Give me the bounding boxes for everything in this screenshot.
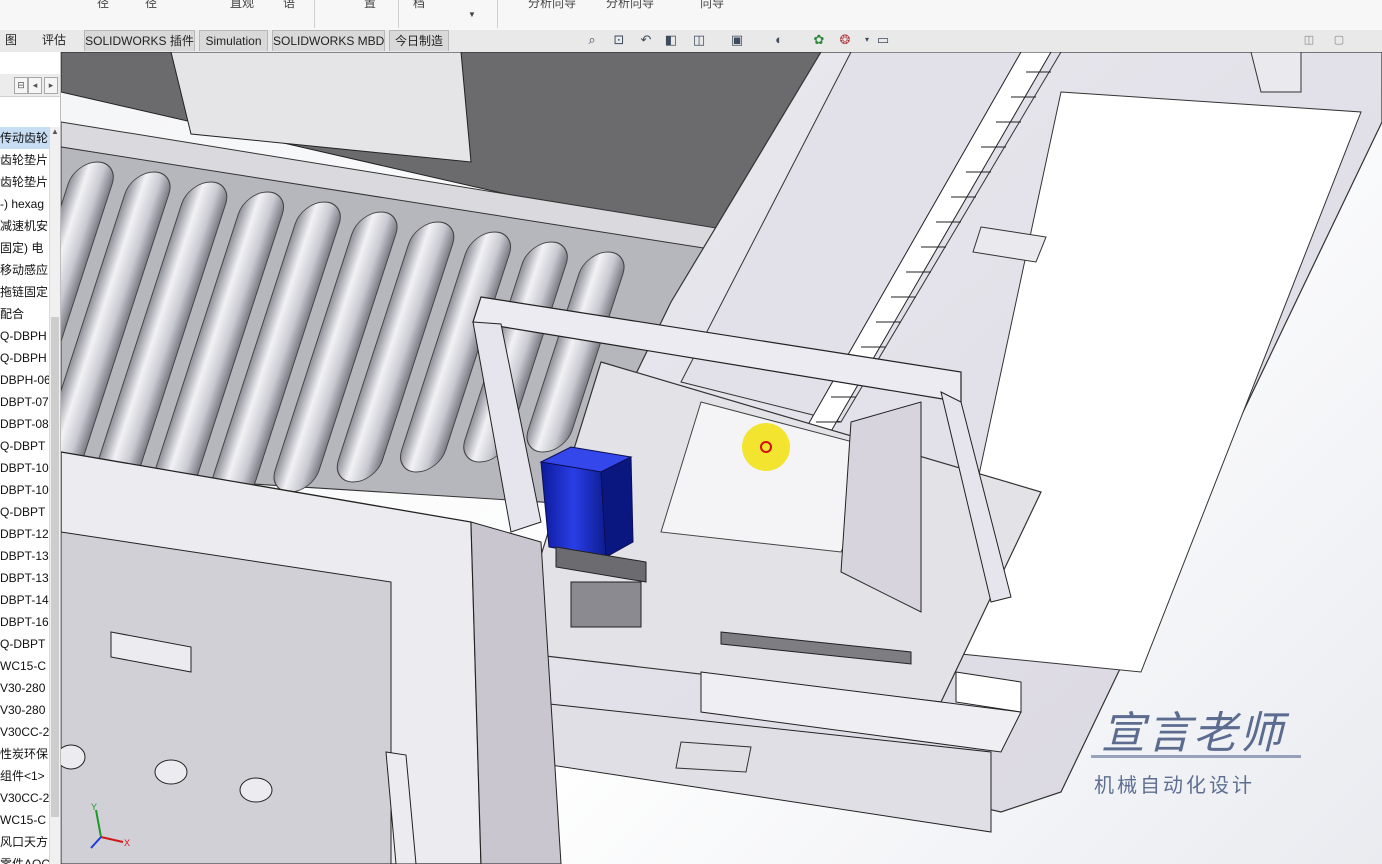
tree-item[interactable]: 固定) 电 xyxy=(0,237,49,259)
ribbon-label[interactable]: 径 xyxy=(145,0,157,11)
tree-item[interactable]: 拖链固定 xyxy=(0,281,49,303)
indicator-light xyxy=(61,744,86,770)
ribbon-label[interactable]: 分析向导 xyxy=(528,0,576,11)
restore-window-icon[interactable]: ◫ xyxy=(1300,32,1318,48)
tree-item[interactable]: DBPT-13 xyxy=(0,567,49,589)
command-manager-ribbon: 径 径 直观 语 置 档 ▼ 分析向导 分析向导 向导 xyxy=(0,0,1382,31)
tree-item[interactable]: Q-DBPH xyxy=(0,347,49,369)
tree-item[interactable]: DBPT-10 xyxy=(0,479,49,501)
tree-item[interactable]: 风口天方 xyxy=(0,831,49,853)
triad-y-label: Y xyxy=(91,802,97,812)
chevron-right-icon[interactable]: ▸ xyxy=(44,77,58,94)
view-settings-icon[interactable]: ▭ xyxy=(874,32,892,48)
triad-x-label: X xyxy=(124,838,130,848)
tab-solidworks-mbd[interactable]: SOLIDWORKS MBD xyxy=(272,30,385,51)
tree-item[interactable]: Q-DBPT xyxy=(0,501,49,523)
graphics-viewport[interactable]: 宣言老师 机械自动化设计 X Y xyxy=(61,52,1382,864)
tree-item[interactable]: -) hexag xyxy=(0,193,49,215)
tree-item[interactable]: DBPH-06 xyxy=(0,369,49,391)
indicator-light xyxy=(239,777,273,803)
edit-appearance-icon[interactable]: ✿ xyxy=(810,32,828,48)
tree-item[interactable]: 配合 xyxy=(0,303,49,325)
watermark-underline xyxy=(1091,755,1301,758)
tree-item[interactable]: V30CC-2 xyxy=(0,721,49,743)
chevron-down-icon[interactable]: ▼ xyxy=(468,10,476,19)
indicator-light xyxy=(154,759,188,785)
tab-simulation[interactable]: Simulation xyxy=(199,30,268,51)
ribbon-separator xyxy=(398,0,399,28)
display-style-icon[interactable]: ▣ xyxy=(728,32,746,48)
tree-item[interactable]: DBPT-07 xyxy=(0,391,49,413)
tree-item[interactable]: Q-DBPH xyxy=(0,325,49,347)
section-view-icon[interactable]: ◧ xyxy=(662,32,680,48)
tab-evaluate[interactable]: 评估 xyxy=(32,30,76,51)
tree-item[interactable]: 移动感应 xyxy=(0,259,49,281)
zoom-to-area-icon[interactable]: ⊡ xyxy=(610,32,628,48)
maximize-window-icon[interactable]: ▢ xyxy=(1330,32,1348,48)
tree-item[interactable]: 零件AQC xyxy=(0,853,49,864)
tree-item[interactable]: 传动齿轮 xyxy=(0,127,49,149)
tree-item[interactable]: V30CC-2 xyxy=(0,787,49,809)
ribbon-label[interactable]: 直观 xyxy=(230,0,254,11)
tree-list: 传动齿轮 齿轮垫片 齿轮垫片 -) hexag 减速机安 固定) 电 移动感应 … xyxy=(0,127,49,864)
chevron-left-icon[interactable]: ◂ xyxy=(28,77,42,94)
ribbon-separator xyxy=(497,0,498,28)
ribbon-label[interactable]: 径 xyxy=(97,0,109,11)
tree-scrollbar[interactable]: ▲ xyxy=(49,127,60,864)
scrollbar-thumb[interactable] xyxy=(51,317,59,817)
ribbon-label[interactable]: 置 xyxy=(364,0,376,11)
tree-toolbar: ⊟ ◂ ▸ xyxy=(0,74,60,97)
ribbon-label[interactable]: 档 xyxy=(413,0,425,11)
tree-item[interactable]: Q-DBPT xyxy=(0,435,49,457)
ribbon-label[interactable]: 向导 xyxy=(700,0,724,11)
zoom-to-fit-icon[interactable]: ⌕ xyxy=(583,32,601,48)
tab-drawing[interactable]: 图 xyxy=(0,30,22,51)
ribbon-label[interactable]: 语 xyxy=(283,0,295,11)
tree-item[interactable]: Q-DBPT xyxy=(0,633,49,655)
tree-item[interactable]: 齿轮垫片 xyxy=(0,171,49,193)
tree-item[interactable]: DBPT-12 xyxy=(0,523,49,545)
selection-highlight xyxy=(742,423,790,471)
view-orientation-icon[interactable]: ◫ xyxy=(690,32,708,48)
tree-item[interactable]: DBPT-13 xyxy=(0,545,49,567)
hide-show-items-icon[interactable]: ◐ xyxy=(770,32,788,48)
watermark-subtitle: 机械自动化设计 xyxy=(1094,773,1255,797)
tree-item[interactable]: DBPT-16 xyxy=(0,611,49,633)
tab-solidworks-addins[interactable]: SOLIDWORKS 插件 xyxy=(84,30,195,51)
ribbon-separator xyxy=(314,0,315,28)
window-panel xyxy=(170,52,472,163)
tree-item[interactable]: V30-280 xyxy=(0,699,49,721)
tree-tab-button[interactable]: ⊟ xyxy=(14,77,28,94)
tree-item[interactable]: DBPT-10 xyxy=(0,457,49,479)
tab-today-manufacturing[interactable]: 今日制造 xyxy=(389,30,449,51)
tree-item[interactable]: DBPT-08 xyxy=(0,413,49,435)
watermark-title: 宣言老师 xyxy=(1101,708,1285,759)
tree-item[interactable]: WC15-C xyxy=(0,655,49,677)
tree-item[interactable]: 减速机安 xyxy=(0,215,49,237)
tree-item[interactable]: 齿轮垫片 xyxy=(0,149,49,171)
command-tab-bar: 图 评估 SOLIDWORKS 插件 Simulation SOLIDWORKS… xyxy=(0,30,1382,52)
tree-item[interactable]: DBPT-14 xyxy=(0,589,49,611)
tree-item[interactable]: 组件<1> xyxy=(0,765,49,787)
feature-manager-tree: ⊟ ◂ ▸ 传动齿轮 齿轮垫片 齿轮垫片 -) hexag 减速机安 固定) 电… xyxy=(0,52,61,864)
tree-item[interactable]: 性炭环保 xyxy=(0,743,49,765)
connector-block xyxy=(675,741,752,773)
apply-scene-icon[interactable]: ❂ xyxy=(836,32,854,48)
scroll-up-arrow-icon[interactable]: ▲ xyxy=(50,127,60,139)
tree-item[interactable]: WC15-C xyxy=(0,809,49,831)
tree-item[interactable]: V30-280 xyxy=(0,677,49,699)
coordinate-triad-icon: X Y xyxy=(90,802,130,849)
previous-view-icon[interactable]: ↶ xyxy=(637,32,655,48)
ribbon-label[interactable]: 分析向导 xyxy=(606,0,654,11)
